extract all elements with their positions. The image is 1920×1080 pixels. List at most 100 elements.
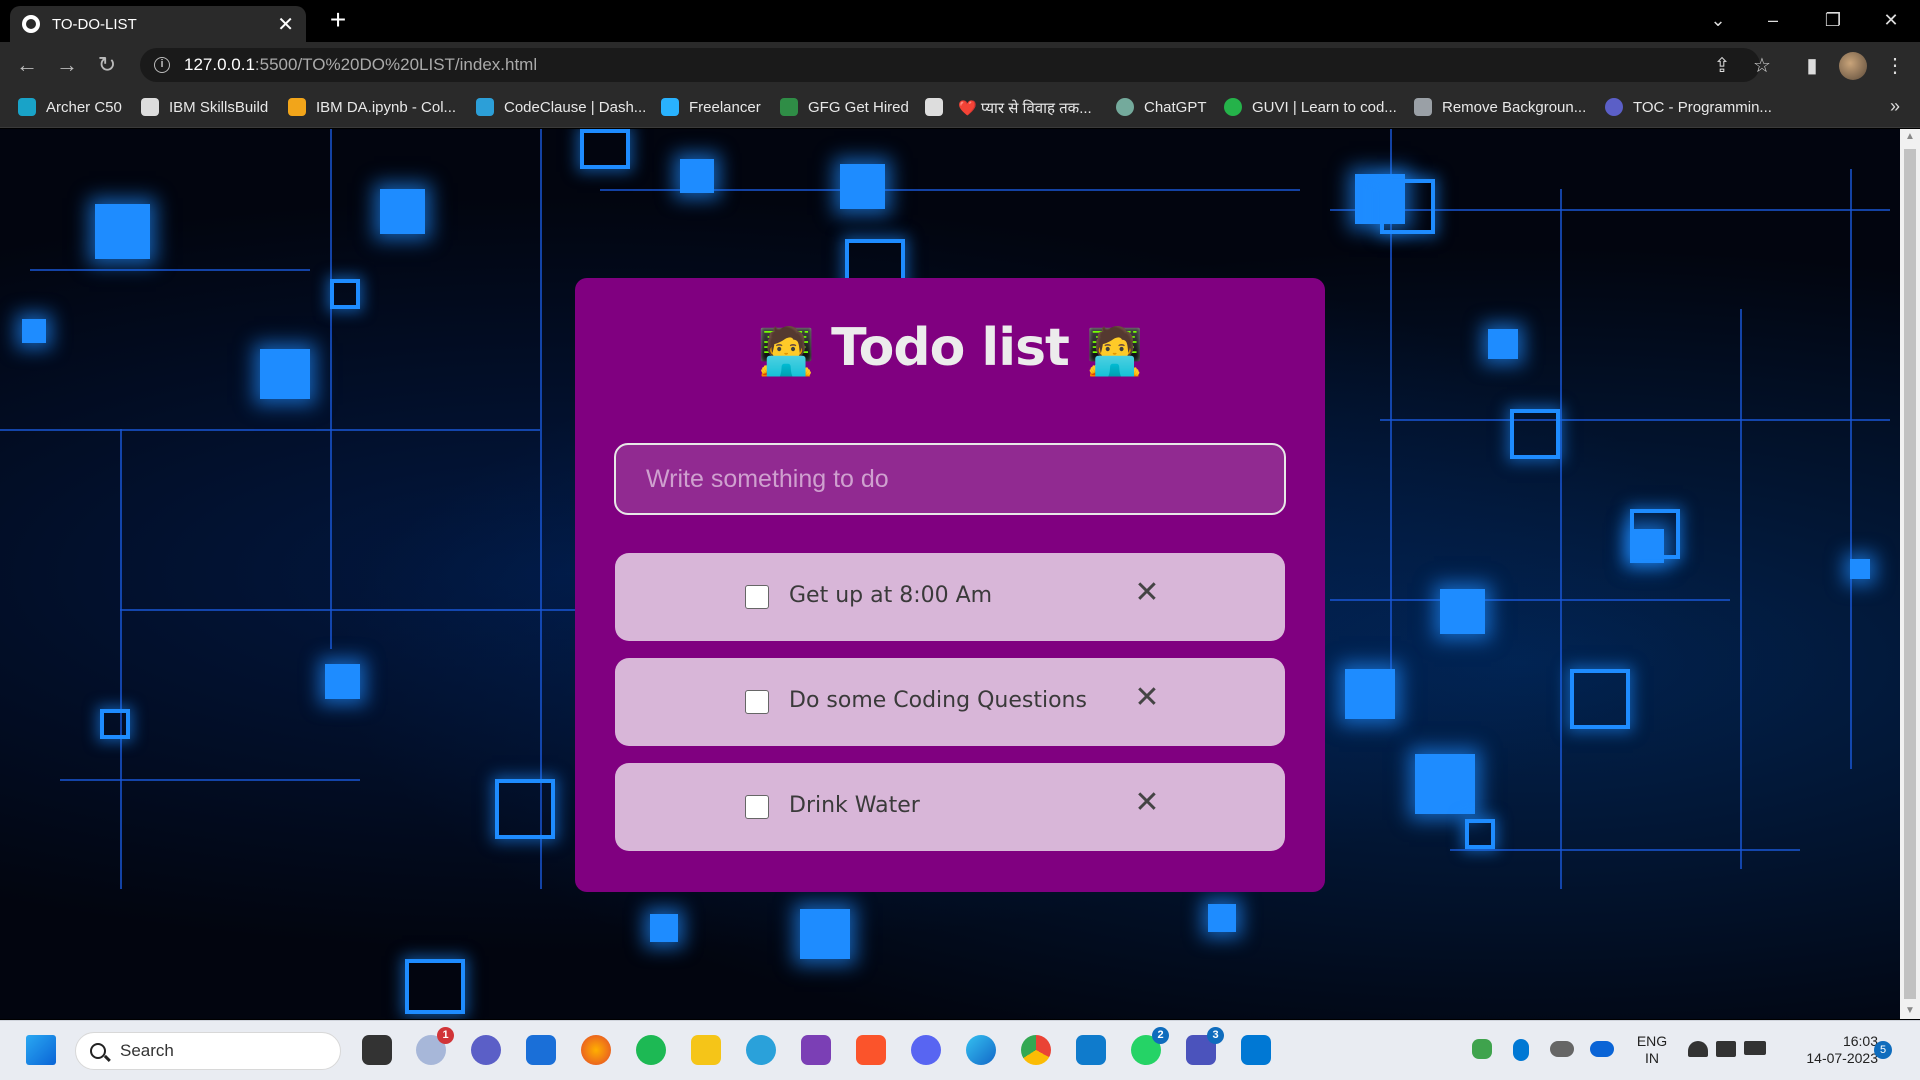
close-window-button[interactable]: ✕ [1868,6,1914,34]
todo-text: Do some Coding Questions [789,688,1087,713]
bookmark-favicon-icon [18,98,36,116]
bluetooth-icon[interactable] [1513,1039,1529,1061]
wifi-icon[interactable] [1688,1041,1708,1057]
notification-badge[interactable]: 5 [1874,1041,1892,1059]
task-view-icon[interactable] [362,1035,392,1065]
bookmark-label: Archer C50 [46,98,122,116]
battery-icon[interactable] [1744,1041,1766,1055]
restore-button[interactable]: ❐ [1810,6,1856,34]
chrome-icon[interactable] [1021,1035,1051,1065]
whatsapp-badge: 2 [1152,1027,1169,1044]
volume-icon[interactable] [1716,1041,1736,1057]
bookmark-ibm-colab[interactable]: IBM DA.ipynb - Col... [288,98,456,116]
taskbar-search[interactable]: Search [75,1032,341,1070]
glow-square [1415,754,1475,814]
bookmark-guvi[interactable]: GUVI | Learn to cod... [1224,98,1397,116]
technologist-icon: 🧑‍💻 [1086,323,1143,378]
delete-icon[interactable]: ✕ [1127,783,1167,823]
tab-close-icon[interactable]: ✕ [277,12,294,37]
spotify-icon[interactable] [636,1035,666,1065]
circuit-line [1560,189,1562,889]
address-bar[interactable]: i 127.0.0.1:5500/TO%20DO%20LIST/index.ht… [140,48,1760,82]
browser-tab[interactable]: TO-DO-LIST ✕ [10,6,306,42]
back-icon[interactable]: ← [13,51,41,79]
file-explorer-icon[interactable] [691,1035,721,1065]
bookmark-remove-bg[interactable]: Remove Backgroun... [1414,98,1586,116]
reload-icon[interactable]: ↻ [93,51,121,79]
circuit-line [330,129,332,649]
side-panel-icon[interactable]: ▮ [1800,54,1824,78]
mail-icon[interactable] [1241,1035,1271,1065]
minimize-button[interactable]: – [1750,6,1796,34]
meet-icon[interactable] [471,1035,501,1065]
bookmark-toc[interactable]: TOC - Programmin... [1605,98,1772,116]
glow-square [1345,669,1395,719]
glow-square [380,189,425,234]
forward-icon[interactable]: → [53,51,81,79]
more-bookmarks-icon[interactable]: » [1890,96,1900,117]
teams-icon[interactable]: 3 [1186,1027,1224,1065]
page-title: Todo list [831,318,1070,378]
circuit-line [1850,169,1852,769]
bookmark-gfg[interactable]: GFG Get Hired [780,98,909,116]
menu-kebab-icon[interactable]: ⋮ [1883,54,1907,78]
bookmark-favicon-icon [288,98,306,116]
windows-taskbar: Search 1 2 3 ENG IN 16:03 14-07-2023 5 [0,1020,1920,1080]
delete-icon[interactable]: ✕ [1127,678,1167,718]
input-language[interactable]: ENG IN [1632,1033,1672,1067]
site-info-icon[interactable]: i [154,57,170,73]
url-host: 127.0.0.1 [184,55,255,74]
page-scrollbar[interactable]: ▲ ▼ [1900,129,1920,1019]
scroll-up-icon[interactable]: ▲ [1900,129,1920,145]
todo-checkbox[interactable] [745,690,769,714]
bookmark-freelancer[interactable]: Freelancer [661,98,761,116]
glow-outline-square [1465,819,1495,849]
new-tab-button[interactable]: + [324,6,352,34]
bookmark-archer[interactable]: Archer C50 [18,98,122,116]
bookmark-label: GUVI | Learn to cod... [1252,98,1397,116]
todo-heading: 🧑‍💻 Todo list 🧑‍💻 [575,318,1325,379]
tab-search-icon[interactable]: ⌄ [1695,6,1741,34]
onedrive-personal-icon[interactable] [1550,1041,1574,1057]
todo-text: Drink Water [789,793,920,818]
glow-square [1440,589,1485,634]
bookmark-favicon-icon [141,98,159,116]
region-label: IN [1645,1050,1659,1066]
telegram-icon[interactable] [746,1035,776,1065]
whatsapp-icon[interactable]: 2 [1131,1027,1169,1065]
bookmark-favicon-icon [780,98,798,116]
video-editor-icon[interactable] [801,1035,831,1065]
bookmark-star-icon[interactable]: ☆ [1750,54,1774,78]
edge-icon[interactable] [966,1035,996,1065]
browser-tab-bar: TO-DO-LIST ✕ + ⌄ – ❐ ✕ [0,0,1920,42]
share-icon[interactable]: ⇪ [1710,54,1734,78]
glow-square [22,319,46,343]
bookmark-unnamed[interactable] [925,98,953,116]
glow-square [95,204,150,259]
delete-icon[interactable]: ✕ [1127,573,1167,613]
bookmark-ibm-skillsbuild[interactable]: IBM SkillsBuild [141,98,268,116]
discord-icon[interactable] [911,1035,941,1065]
glow-square [680,159,714,193]
profile-avatar[interactable] [1839,52,1867,80]
onedrive-icon[interactable] [1590,1041,1614,1057]
todo-checkbox[interactable] [745,585,769,609]
vscode-icon[interactable] [1076,1035,1106,1065]
todo-input[interactable] [614,443,1286,515]
brave-icon[interactable] [856,1035,886,1065]
weather-icon[interactable]: 1 [416,1027,454,1065]
tray-app-icon[interactable] [1472,1039,1492,1059]
bookmark-hindi[interactable]: ❤️ प्यार से विवाह तक... [958,98,1092,118]
store-icon[interactable] [526,1035,556,1065]
glow-square [1850,559,1870,579]
todo-checkbox[interactable] [745,795,769,819]
scroll-down-icon[interactable]: ▼ [1900,1003,1920,1019]
bookmark-favicon-icon [1605,98,1623,116]
clock[interactable]: 16:03 14-07-2023 [1782,1033,1878,1067]
circuit-line [120,429,122,889]
scrollbar-thumb[interactable] [1904,149,1916,999]
bookmark-chatgpt[interactable]: ChatGPT [1116,98,1207,116]
bookmark-codeclause[interactable]: CodeClause | Dash... [476,98,646,116]
start-windows-icon[interactable] [26,1035,56,1065]
firefox-icon[interactable] [581,1035,611,1065]
